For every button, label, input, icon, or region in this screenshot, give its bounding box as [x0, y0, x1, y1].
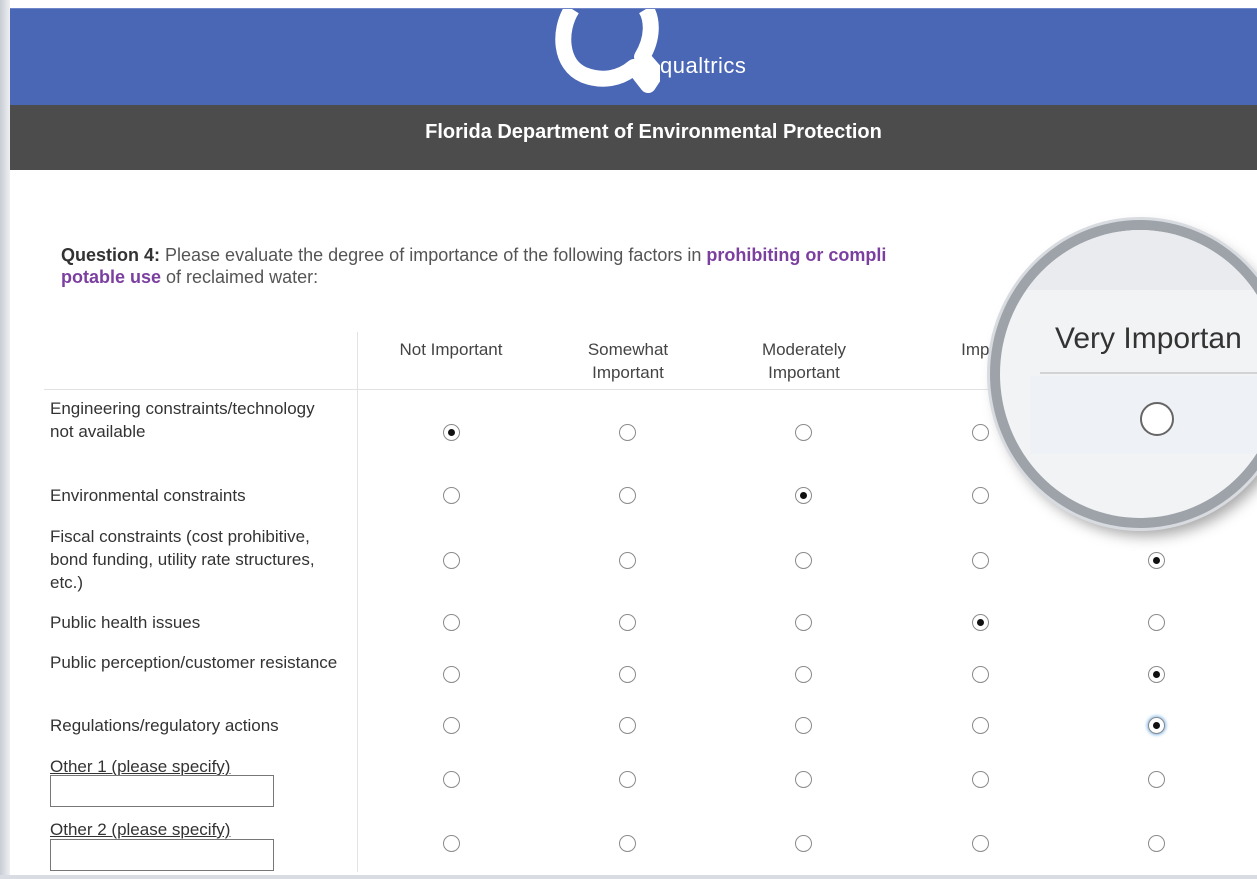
radio-option[interactable] — [795, 717, 812, 734]
column-header-line: Somewhat — [587, 340, 669, 359]
radio-option[interactable] — [443, 666, 460, 683]
radio-option[interactable] — [1148, 771, 1165, 788]
radio-option[interactable] — [972, 487, 989, 504]
brand-bar: qualtrics — [10, 8, 1257, 106]
row-label-public-perception: Public perception/customer resistance — [50, 653, 338, 672]
radio-option[interactable] — [1148, 717, 1165, 734]
radio-option[interactable] — [443, 614, 460, 631]
column-header-not-important: Not Important — [366, 338, 536, 361]
radio-option[interactable] — [619, 424, 636, 441]
question-body: Please evaluate the degree of importance… — [160, 245, 707, 265]
radio-option[interactable] — [795, 424, 812, 441]
radio-option[interactable] — [443, 487, 460, 504]
row-label-public-health: Public health issues — [50, 613, 201, 632]
radio-option[interactable] — [619, 552, 636, 569]
survey-title: Florida Department of Environmental Prot… — [425, 121, 882, 143]
qualtrics-logo-icon — [555, 9, 660, 93]
question-body-end: of reclaimed water: — [161, 267, 319, 287]
other-2-input[interactable] — [50, 839, 274, 871]
radio-option[interactable] — [972, 717, 989, 734]
column-header-line: Important — [592, 363, 664, 382]
radio-option[interactable] — [972, 552, 989, 569]
radio-option[interactable] — [972, 614, 989, 631]
magnifier-header-band — [1000, 230, 1257, 290]
column-header-line: Important — [768, 363, 840, 382]
radio-option[interactable] — [1148, 614, 1165, 631]
radio-option[interactable] — [795, 614, 812, 631]
window-edge-bottom — [0, 875, 1257, 879]
radio-option[interactable] — [443, 835, 460, 852]
radio-option[interactable] — [619, 835, 636, 852]
radio-option[interactable] — [619, 717, 636, 734]
radio-option[interactable] — [619, 666, 636, 683]
radio-option[interactable] — [972, 666, 989, 683]
question-text: Question 4: Please evaluate the degree o… — [61, 244, 1161, 288]
radio-option[interactable] — [795, 771, 812, 788]
brand-name: qualtrics — [660, 53, 747, 78]
survey-window: qualtrics Florida Department of Environm… — [0, 0, 1257, 879]
column-header-somewhat-important: Somewhat Important — [543, 338, 713, 384]
radio-option[interactable] — [619, 771, 636, 788]
other-1-input[interactable] — [50, 775, 274, 807]
row-label-environmental: Environmental constraints — [50, 486, 246, 505]
radio-option[interactable] — [795, 487, 812, 504]
row-label-engineering: Engineering constraints/technology not a… — [50, 399, 315, 441]
radio-option[interactable] — [619, 487, 636, 504]
survey-title-bar: Florida Department of Environmental Prot… — [10, 105, 1257, 170]
radio-option[interactable] — [443, 717, 460, 734]
magnifier-header-rule — [1040, 372, 1257, 374]
radio-option[interactable] — [795, 552, 812, 569]
radio-option[interactable] — [619, 614, 636, 631]
question-emphasis-2: potable use — [61, 267, 162, 287]
radio-option[interactable] — [1148, 666, 1165, 683]
radio-option[interactable] — [972, 771, 989, 788]
question-number: Question 4: — [61, 245, 161, 265]
row-label-other-2: Other 2 (please specify) — [50, 820, 231, 839]
radio-option[interactable] — [443, 424, 460, 441]
magnifier-radio[interactable] — [1140, 402, 1174, 436]
window-edge — [0, 0, 10, 879]
magnifier-column-header: Very Importan — [1055, 322, 1242, 355]
radio-option[interactable] — [443, 552, 460, 569]
radio-option[interactable] — [795, 835, 812, 852]
column-header-line: Moderately — [761, 340, 847, 359]
radio-option[interactable] — [443, 771, 460, 788]
column-header-line: Not Important — [399, 340, 503, 359]
radio-option[interactable] — [972, 835, 989, 852]
matrix-divider — [357, 332, 358, 872]
row-label-regulations: Regulations/regulatory actions — [50, 716, 279, 735]
radio-option[interactable] — [795, 666, 812, 683]
column-header-moderately-important: Moderately Important — [719, 338, 889, 384]
row-label-fiscal: Fiscal constraints (cost prohibitive, bo… — [50, 527, 315, 592]
radio-option[interactable] — [972, 424, 989, 441]
radio-option[interactable] — [1148, 552, 1165, 569]
question-emphasis: prohibiting or compli — [706, 245, 887, 265]
magnifier-callout: Very Importan — [990, 220, 1257, 528]
radio-option[interactable] — [1148, 835, 1165, 852]
